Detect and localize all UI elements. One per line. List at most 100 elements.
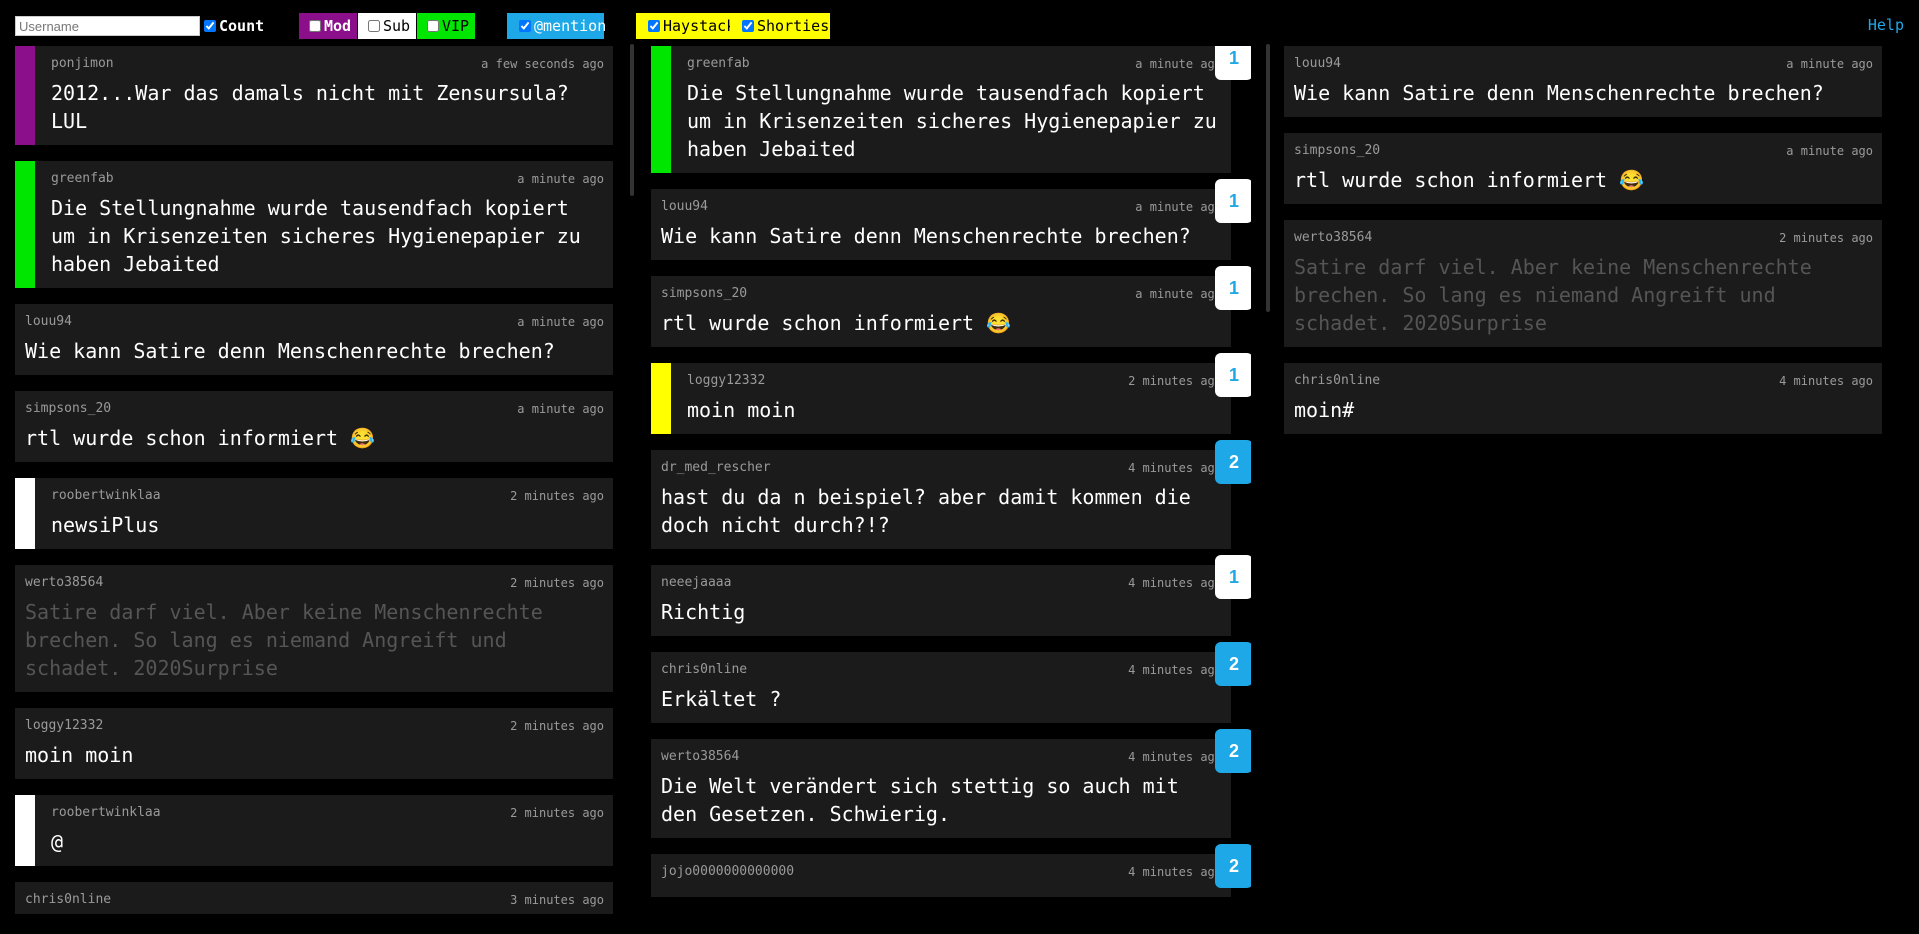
chat-message[interactable]: neeejaaaa 4 minutes ago Richtig	[651, 565, 1231, 636]
chat-message[interactable]: louu94 a minute ago Wie kann Satire denn M…	[1284, 46, 1882, 117]
message-text: rtl wurde schon informiert 😂	[661, 311, 1012, 335]
vip-checkbox[interactable]	[427, 20, 439, 32]
count-badge: 2	[1215, 844, 1251, 888]
message-timestamp: 3 minutes ago	[510, 893, 604, 907]
mod-checkbox[interactable]	[309, 20, 321, 32]
chat-message[interactable]: chris0nline3 minutes agoto witzh	[15, 882, 613, 914]
message-wrapper: roobertwinklaa 2 minutes ago newsiPlus	[15, 478, 613, 549]
mod-indicator	[15, 46, 35, 145]
chat-message[interactable]: simpsons_20 a minute ago rtl wurde schon i…	[651, 276, 1231, 347]
chat-message[interactable]: werto38564 2 minutes ago Satire darf viel.…	[15, 565, 613, 692]
count-label: Count	[219, 17, 265, 35]
chat-message[interactable]: chris0nline 4 minutes ago Erkältet ?	[651, 652, 1231, 723]
toolbar: Count Mod Sub VIP @mention Haystack Shor…	[0, 0, 1919, 50]
message-text: Die Stellungnahme wurde tausendfach kopi…	[687, 81, 1229, 161]
haystack-indicator	[651, 363, 671, 434]
message-wrapper: werto38564 2 minutes ago Satire darf viel.…	[15, 565, 613, 692]
chat-message[interactable]: ponjimon a few seconds ago 2012...War das …	[15, 46, 613, 145]
chat-message[interactable]: roobertwinklaa 2 minutes ago @	[15, 795, 613, 866]
vip-indicator	[15, 161, 35, 288]
message-text: Die Stellungnahme wurde tausendfach kopi…	[51, 196, 593, 276]
message-text: moin moin	[25, 743, 134, 767]
count-badge: 1	[1215, 555, 1251, 599]
message-timestamp: 4 minutes ago	[1128, 663, 1222, 677]
count-toggle[interactable]: Count	[204, 13, 264, 39]
message-username[interactable]: louu94	[25, 313, 603, 331]
chat-message[interactable]: loggy12332 2 minutes ago moin moin	[15, 708, 613, 779]
message-text: rtl wurde schon informiert 😂	[25, 426, 376, 450]
message-timestamp: a minute ago	[517, 172, 604, 186]
shorties-toggle[interactable]: Shorties	[730, 13, 830, 39]
chat-message[interactable]: simpsons_20 a minute ago rtl wurde schon i…	[1284, 133, 1882, 204]
message-timestamp: 2 minutes ago	[1128, 374, 1222, 388]
count-badge: 1	[1215, 179, 1251, 223]
message-text: Wie kann Satire denn Menschenrechte brec…	[661, 224, 1191, 248]
message-wrapper: dr_med_rescher 4 minutes ago hast du da n …	[651, 440, 1251, 549]
count-badge: 2	[1215, 642, 1251, 686]
chat-column-shorties[interactable]: louu94 a minute ago Wie kann Satire denn M…	[1284, 46, 1882, 914]
username-input[interactable]	[15, 16, 200, 36]
chat-column-all[interactable]: ponjimon a few seconds ago 2012...War das …	[15, 46, 613, 914]
message-timestamp: a minute ago	[1786, 57, 1873, 71]
message-wrapper: neeejaaaa 4 minutes ago Richtig 1	[651, 555, 1251, 636]
message-timestamp: 4 minutes ago	[1779, 374, 1873, 388]
message-username[interactable]: simpsons_20	[25, 400, 603, 418]
message-wrapper: greenfab a minute ago Die Stellungnahme wu…	[651, 46, 1251, 173]
message-timestamp: 4 minutes ago	[1128, 750, 1222, 764]
chat-message[interactable]: werto38564 4 minutes ago Die Welt veränder…	[651, 739, 1231, 838]
message-wrapper: roobertwinklaa 2 minutes ago @	[15, 795, 613, 866]
message-timestamp: a minute ago	[1135, 287, 1222, 301]
help-link[interactable]: Help	[1868, 16, 1904, 34]
scrollbar-mid[interactable]	[1266, 44, 1270, 312]
message-wrapper: simpsons_20 a minute ago rtl wurde schon i…	[15, 391, 613, 462]
message-timestamp: a minute ago	[1135, 57, 1222, 71]
shorties-label: Shorties	[757, 17, 830, 35]
count-badge: 1	[1215, 353, 1251, 397]
chat-message[interactable]: dr_med_rescher 4 minutes ago hast du da n …	[651, 450, 1231, 549]
message-wrapper: jojo0000000000000 4 minutes ago 2	[651, 844, 1251, 897]
chat-message[interactable]: roobertwinklaa 2 minutes ago newsiPlus	[15, 478, 613, 549]
message-wrapper: chris0nline 4 minutes ago Erkältet ? 2	[651, 642, 1251, 723]
scrollbar-left[interactable]	[630, 44, 634, 196]
mod-toggle[interactable]: Mod	[299, 13, 357, 39]
sub-checkbox[interactable]	[368, 20, 380, 32]
message-text: moin#	[1294, 398, 1355, 422]
message-wrapper: chris0nline3 minutes agoto witzh	[15, 882, 613, 914]
message-timestamp: a minute ago	[1135, 200, 1222, 214]
message-username[interactable]: simpsons_20	[1294, 142, 1872, 160]
mention-checkbox[interactable]	[519, 20, 531, 32]
sub-toggle[interactable]: Sub	[358, 13, 416, 39]
chat-message[interactable]: greenfab a minute ago Die Stellungnahme wu…	[651, 46, 1231, 173]
message-text: Satire darf viel. Aber keine Menschenrec…	[1294, 255, 1824, 335]
mention-label: @mention	[534, 17, 607, 35]
message-text: @	[51, 830, 64, 854]
chat-message[interactable]: greenfab a minute ago Die Stellungnahme wu…	[15, 161, 613, 288]
chat-message[interactable]: jojo0000000000000 4 minutes ago	[651, 854, 1231, 897]
message-wrapper: ponjimon a few seconds ago 2012...War das …	[15, 46, 613, 145]
chat-message[interactable]: chris0nline 4 minutes ago moin#	[1284, 363, 1882, 434]
message-timestamp: a minute ago	[1786, 144, 1873, 158]
message-username[interactable]: louu94	[1294, 55, 1872, 73]
count-checkbox[interactable]	[204, 20, 216, 32]
message-wrapper: louu94 a minute ago Wie kann Satire denn M…	[651, 179, 1251, 260]
message-text: Satire darf viel. Aber keine Menschenrec…	[25, 600, 555, 680]
count-badge: 1	[1215, 266, 1251, 310]
chat-message[interactable]: simpsons_20 a minute ago rtl wurde schon i…	[15, 391, 613, 462]
shorties-checkbox[interactable]	[742, 20, 754, 32]
mention-toggle[interactable]: @mention	[507, 13, 607, 39]
chat-message[interactable]: louu94 a minute ago Wie kann Satire denn M…	[15, 304, 613, 375]
vip-label: VIP	[442, 17, 470, 35]
message-wrapper: loggy12332 2 minutes ago moin moin	[15, 708, 613, 779]
chat-message[interactable]: werto38564 2 minutes ago Satire darf viel.…	[1284, 220, 1882, 347]
mod-label: Mod	[324, 17, 352, 35]
vip-toggle[interactable]: VIP	[417, 13, 475, 39]
haystack-toggle[interactable]: Haystack	[636, 13, 735, 39]
message-text: Richtig	[661, 600, 746, 624]
chat-message[interactable]: louu94 a minute ago Wie kann Satire denn M…	[651, 189, 1231, 260]
message-wrapper: chris0nline 4 minutes ago moin#	[1284, 363, 1882, 434]
message-wrapper: simpsons_20 a minute ago rtl wurde schon i…	[1284, 133, 1882, 204]
haystack-checkbox[interactable]	[648, 20, 660, 32]
chat-message[interactable]: loggy12332 2 minutes ago moin moin	[651, 363, 1231, 434]
chat-column-counted[interactable]: greenfab a minute ago Die Stellungnahme wu…	[651, 46, 1251, 914]
message-timestamp: a minute ago	[517, 315, 604, 329]
